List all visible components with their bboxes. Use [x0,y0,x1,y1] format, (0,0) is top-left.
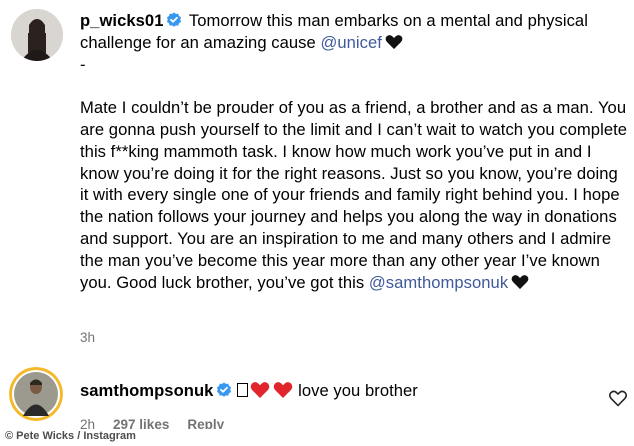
verified-badge-icon [166,12,182,28]
red-heart-icon [273,381,293,399]
heart-outline-icon[interactable] [609,390,627,407]
username[interactable]: p_wicks01 [80,11,163,30]
unsupported-glyph-icon [237,383,249,397]
reply-text: love you brother [298,381,418,400]
avatar[interactable] [11,9,63,61]
dash-separator: - [80,54,86,74]
red-heart-icon [250,381,270,399]
verified-badge-icon [216,382,232,398]
comment-body: Mate I couldn’t be prouder of you as a f… [80,98,628,292]
photo-credit: © Pete Wicks / Instagram [5,430,136,442]
mention-samthompsonuk[interactable]: @samthompsonuk [369,273,508,292]
comment-text: p_wicks01 Tomorrow this man embarks on a… [80,10,628,293]
comment-meta: 3h [80,330,113,345]
black-heart-icon [511,274,529,290]
black-heart-icon [385,34,403,50]
timestamp: 3h [80,330,96,345]
mention-unicef[interactable]: @unicef [320,33,381,52]
username[interactable]: samthompsonuk [80,381,213,400]
photo-credit-bar: © Pete Wicks / Instagram [0,429,634,446]
comment-samthompsonuk: samthompsonuk love you brother 2h 297 lik… [0,360,634,432]
comment-text: samthompsonuk love you brother [80,380,580,402]
avatar[interactable] [9,367,63,421]
comment-p-wicks01: p_wicks01 Tomorrow this man embarks on a… [0,0,634,350]
